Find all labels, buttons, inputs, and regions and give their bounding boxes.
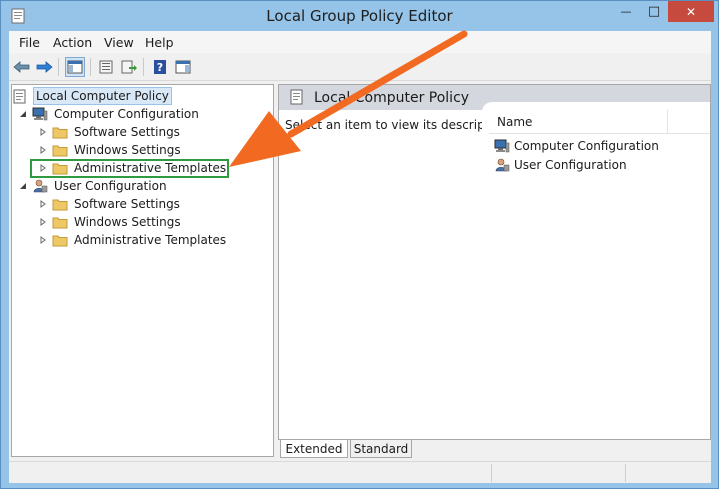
computer-icon [32, 107, 48, 121]
help-icon: ? [154, 60, 166, 74]
collapsed-triangle-icon[interactable] [38, 235, 48, 245]
minimize-icon: — [620, 5, 632, 18]
collapsed-triangle-icon[interactable] [38, 217, 48, 227]
properties-button[interactable] [96, 57, 116, 77]
column-header-label: Name [497, 115, 533, 129]
tree-node-label: Windows Settings [74, 143, 181, 157]
collapsed-triangle-icon[interactable] [38, 127, 48, 137]
menu-bar: File Action View Help [9, 31, 711, 53]
tree-node-label: Software Settings [74, 197, 180, 211]
menu-file[interactable]: File [19, 35, 40, 50]
menu-help[interactable]: Help [145, 35, 174, 50]
details-header-title: Local Computer Policy [314, 90, 470, 106]
collapsed-triangle-icon[interactable] [38, 199, 48, 209]
details-pane[interactable]: Local Computer Policy Select an item to … [278, 84, 711, 440]
back-arrow-icon [13, 61, 30, 73]
folder-icon [52, 235, 68, 246]
app-window: Local Group Policy Editor — □ ✕ File Act… [0, 0, 719, 489]
tree-node-label: Windows Settings [74, 215, 181, 229]
tree-node-label: Local Computer Policy [33, 87, 172, 105]
column-divider[interactable] [667, 110, 668, 133]
list-item-label: User Configuration [514, 158, 627, 172]
show-hide-action-pane-icon [175, 60, 191, 74]
folder-icon [52, 127, 68, 138]
tree-node-label: Software Settings [74, 125, 180, 139]
folder-icon [52, 145, 68, 156]
view-tabs: Extended Standard [278, 440, 711, 458]
expanded-triangle-icon[interactable] [18, 181, 28, 191]
close-button[interactable]: ✕ [668, 1, 714, 22]
title-bar[interactable]: Local Group Policy Editor — □ ✕ [1, 1, 718, 31]
tab-extended[interactable]: Extended [280, 440, 348, 458]
tree-node-cc-software-settings[interactable]: Software Settings [38, 123, 182, 141]
policy-document-icon [13, 89, 26, 103]
show-hide-console-tree-icon [67, 60, 83, 74]
maximize-icon: □ [647, 4, 661, 19]
collapsed-triangle-icon[interactable] [38, 145, 48, 155]
toolbar-separator [90, 58, 91, 76]
minimize-button[interactable]: — [612, 1, 640, 22]
tree-node-uc-windows-settings[interactable]: Windows Settings [38, 213, 183, 231]
back-button[interactable] [12, 57, 32, 77]
expanded-triangle-icon[interactable] [18, 109, 28, 119]
window-title: Local Group Policy Editor [266, 7, 453, 25]
highlight-box [30, 159, 229, 178]
tree-node-cc-windows-settings[interactable]: Windows Settings [38, 141, 183, 159]
tree-node-user-configuration[interactable]: User Configuration [18, 177, 169, 195]
tree-node-label: Administrative Templates [74, 233, 227, 247]
tree-node-computer-configuration[interactable]: Computer Configuration [18, 105, 201, 123]
user-icon [495, 158, 510, 172]
tree-node-label: Computer Configuration [54, 107, 199, 121]
maximize-button[interactable]: □ [640, 1, 668, 22]
user-icon [33, 179, 48, 193]
tab-standard[interactable]: Standard [350, 440, 412, 458]
tree-node-uc-software-settings[interactable]: Software Settings [38, 195, 182, 213]
menu-action[interactable]: Action [53, 35, 92, 50]
toolbar: ? [9, 53, 711, 81]
forward-button[interactable] [34, 57, 54, 77]
tree-node-label: User Configuration [54, 179, 167, 193]
computer-icon [494, 139, 510, 153]
tree-node-uc-administrative-templates[interactable]: Administrative Templates [38, 231, 228, 249]
column-header-name[interactable]: Name [489, 110, 710, 134]
show-hide-action-pane-button[interactable] [173, 57, 193, 77]
console-tree[interactable]: Local Computer Policy Computer Configura… [11, 84, 274, 457]
svg-text:?: ? [157, 61, 163, 74]
export-list-icon [121, 60, 137, 74]
export-list-button[interactable] [119, 57, 139, 77]
description-text: Select an item to view its description. [285, 118, 512, 132]
list-item-label: Computer Configuration [514, 139, 659, 153]
folder-icon [52, 217, 68, 228]
toolbar-separator [143, 58, 144, 76]
properties-icon [99, 60, 113, 74]
close-icon: ✕ [685, 4, 697, 19]
status-bar-panel [625, 464, 711, 482]
status-bar [9, 461, 711, 483]
status-bar-panel [491, 464, 625, 482]
list-item-user-configuration[interactable]: User Configuration [494, 156, 627, 174]
policy-document-icon [290, 89, 303, 105]
help-button[interactable]: ? [150, 57, 170, 77]
show-hide-console-tree-button[interactable] [65, 57, 85, 77]
menu-view[interactable]: View [104, 35, 134, 50]
folder-icon [52, 199, 68, 210]
list-item-computer-configuration[interactable]: Computer Configuration [494, 137, 659, 155]
client-area: File Action View Help ? Local Computer P… [9, 31, 711, 483]
tree-node-local-computer-policy[interactable]: Local Computer Policy [13, 87, 172, 105]
forward-arrow-icon [36, 61, 53, 73]
toolbar-separator [58, 58, 59, 76]
